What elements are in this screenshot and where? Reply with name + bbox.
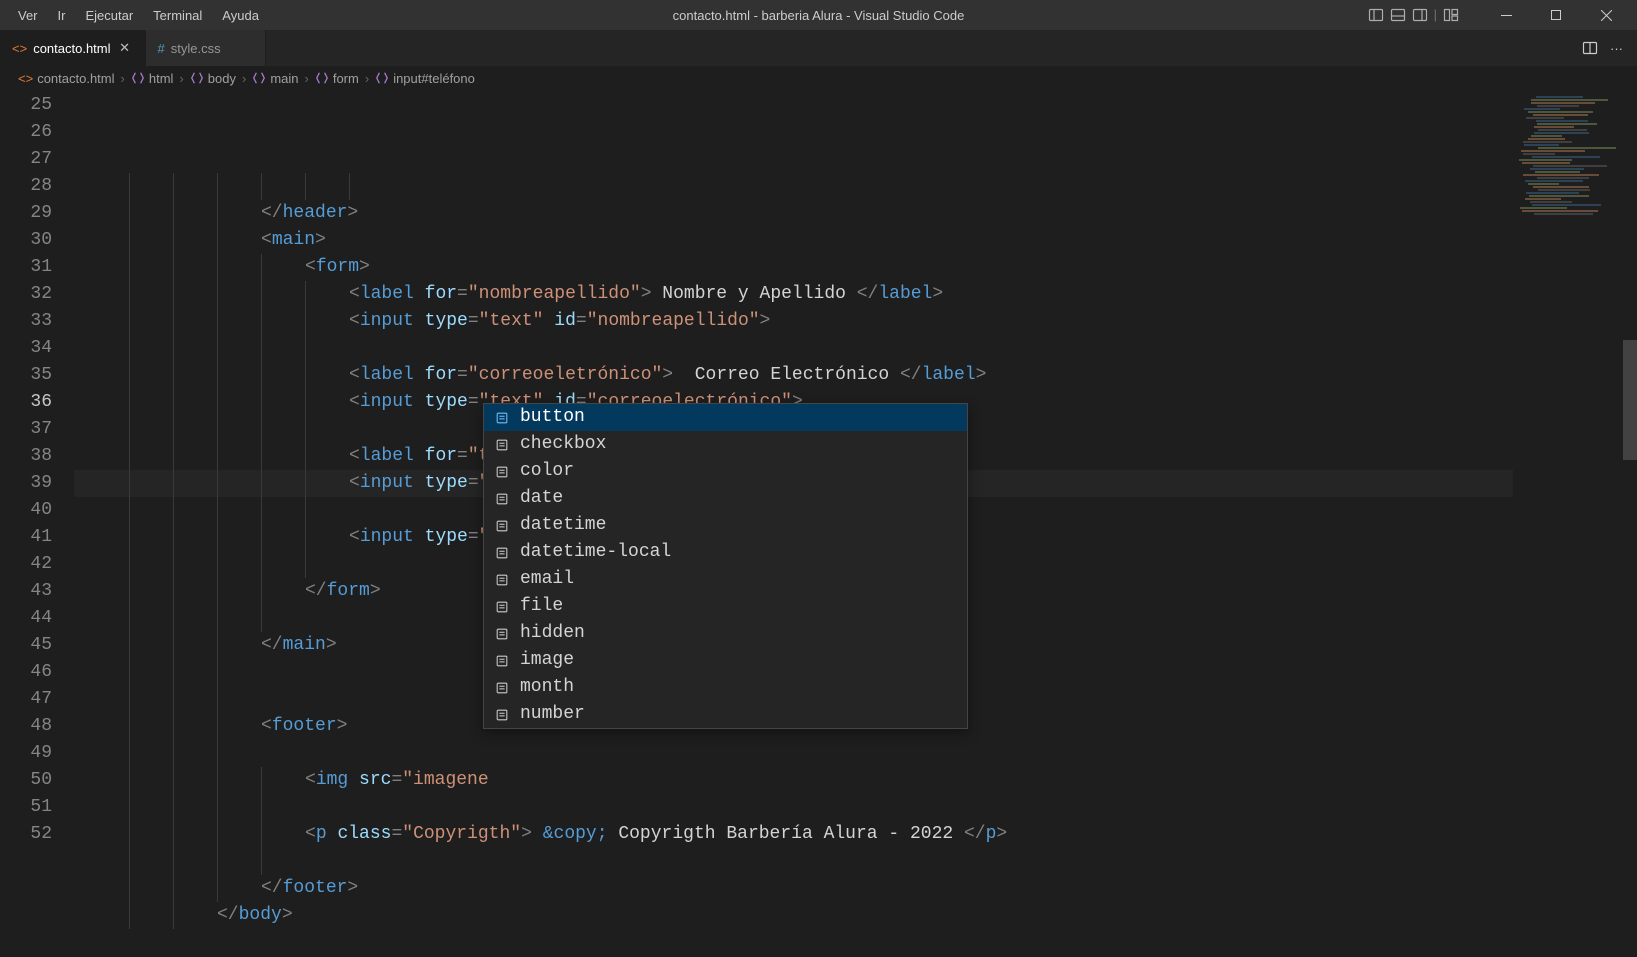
brackets-icon [131, 71, 145, 85]
suggest-label: datetime [520, 512, 606, 539]
value-icon [494, 519, 510, 533]
window-close-button[interactable] [1583, 0, 1629, 30]
value-icon [494, 600, 510, 614]
split-editor-icon[interactable] [1582, 40, 1598, 56]
intellisense-popup[interactable]: buttoncheckboxcolordatedatetimedatetime-… [483, 403, 968, 729]
suggest-label: month [520, 674, 574, 701]
minimap[interactable] [1513, 90, 1623, 957]
line-number-gutter: 2526272829303132333435363738394041424344… [0, 90, 74, 957]
toggle-panel-icon[interactable] [1390, 7, 1406, 23]
breadcrumb-item[interactable]: contacto.html [37, 71, 114, 86]
html-file-icon: <> [18, 71, 33, 86]
chevron-right-icon: › [305, 71, 309, 86]
value-icon [494, 708, 510, 722]
suggest-label: hidden [520, 620, 585, 647]
suggest-label: file [520, 593, 563, 620]
window-minimize-button[interactable] [1483, 0, 1529, 30]
suggest-label: checkbox [520, 431, 606, 458]
suggest-item-datetime[interactable]: datetime [484, 512, 967, 539]
suggest-label: image [520, 647, 574, 674]
editor-actions: ··· [1582, 30, 1637, 66]
toggle-primary-sidebar-icon[interactable] [1368, 7, 1384, 23]
suggest-item-file[interactable]: file [484, 593, 967, 620]
window-title: contacto.html - barberia Alura - Visual … [673, 8, 965, 23]
value-icon [494, 654, 510, 668]
window-maximize-button[interactable] [1533, 0, 1579, 30]
suggest-label: button [520, 404, 585, 431]
css-file-icon: # [158, 41, 165, 56]
scrollbar-thumb[interactable] [1623, 340, 1637, 460]
brackets-icon [375, 71, 389, 85]
value-icon [494, 492, 510, 506]
tab-label: contacto.html [33, 41, 110, 56]
menu-bar: Ver Ir Ejecutar Terminal Ayuda [0, 4, 269, 27]
vertical-scrollbar[interactable] [1623, 90, 1637, 957]
brackets-icon [190, 71, 204, 85]
suggest-item-image[interactable]: image [484, 647, 967, 674]
suggest-item-email[interactable]: email [484, 566, 967, 593]
tab-style-css[interactable]: # style.css [146, 30, 266, 66]
chevron-right-icon: › [365, 71, 369, 86]
menu-ver[interactable]: Ver [8, 4, 48, 27]
tab-close-icon[interactable]: ✕ [117, 40, 133, 56]
menu-terminal[interactable]: Terminal [143, 4, 212, 27]
brackets-icon [252, 71, 266, 85]
value-icon [494, 465, 510, 479]
suggest-item-number[interactable]: number [484, 701, 967, 728]
breadcrumb[interactable]: <> contacto.html › html › body › main › … [0, 66, 1637, 90]
suggest-item-datetime-local[interactable]: datetime-local [484, 539, 967, 566]
value-icon [494, 627, 510, 641]
value-icon [494, 681, 510, 695]
breadcrumb-item[interactable]: html [149, 71, 174, 86]
chevron-right-icon: › [121, 71, 125, 86]
breadcrumb-item[interactable]: body [208, 71, 236, 86]
tab-label: style.css [171, 41, 221, 56]
menu-ayuda[interactable]: Ayuda [212, 4, 269, 27]
brackets-icon [315, 71, 329, 85]
editor[interactable]: 2526272829303132333435363738394041424344… [0, 90, 1637, 957]
suggest-label: email [520, 566, 574, 593]
divider: | [1434, 7, 1437, 23]
breadcrumb-item[interactable]: form [333, 71, 359, 86]
value-icon [494, 411, 510, 425]
menu-ejecutar[interactable]: Ejecutar [75, 4, 143, 27]
value-icon [494, 546, 510, 560]
toggle-secondary-sidebar-icon[interactable] [1412, 7, 1428, 23]
suggest-item-button[interactable]: button [484, 404, 967, 431]
chevron-right-icon: › [242, 71, 246, 86]
customize-layout-icon[interactable] [1443, 7, 1459, 23]
suggest-item-checkbox[interactable]: checkbox [484, 431, 967, 458]
suggest-item-month[interactable]: month [484, 674, 967, 701]
suggest-label: date [520, 485, 563, 512]
suggest-item-hidden[interactable]: hidden [484, 620, 967, 647]
suggest-item-color[interactable]: color [484, 458, 967, 485]
code-area[interactable]: </header><main><form><label for="nombrea… [74, 90, 1513, 957]
suggest-label: datetime-local [520, 539, 671, 566]
value-icon [494, 573, 510, 587]
suggest-item-date[interactable]: date [484, 485, 967, 512]
value-icon [494, 438, 510, 452]
suggest-label: color [520, 458, 574, 485]
menu-ir[interactable]: Ir [48, 4, 76, 27]
breadcrumb-item[interactable]: main [270, 71, 298, 86]
title-bar: Ver Ir Ejecutar Terminal Ayuda contacto.… [0, 0, 1637, 30]
html-file-icon: <> [12, 41, 27, 56]
more-actions-icon[interactable]: ··· [1610, 41, 1623, 56]
layout-controls: | [1368, 7, 1459, 23]
tab-bar: <> contacto.html ✕ # style.css ··· [0, 30, 1637, 66]
breadcrumb-item[interactable]: input#teléfono [393, 71, 475, 86]
tab-contacto-html[interactable]: <> contacto.html ✕ [0, 30, 146, 66]
suggest-label: number [520, 701, 585, 728]
chevron-right-icon: › [179, 71, 183, 86]
